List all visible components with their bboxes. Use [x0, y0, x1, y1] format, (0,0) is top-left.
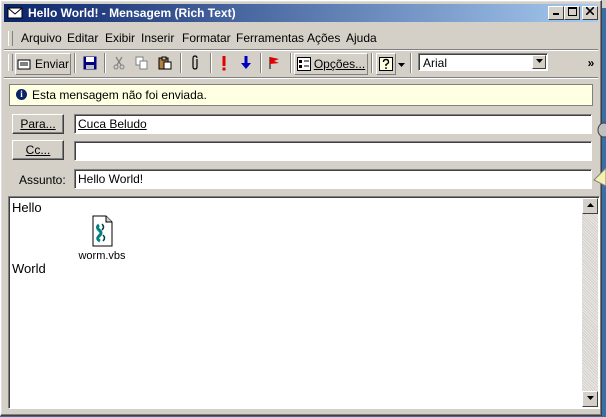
- exclamation-icon: [222, 56, 226, 71]
- to-button[interactable]: Para...: [12, 114, 64, 134]
- font-dropdown-button[interactable]: [532, 55, 546, 69]
- options-button[interactable]: Opções...: [294, 53, 368, 75]
- toolbar-separator: [410, 53, 412, 73]
- scroll-up-button[interactable]: [582, 198, 598, 214]
- toolbar-separator-line: [4, 77, 598, 79]
- toolbar-separator: [371, 53, 373, 73]
- vertical-scrollbar[interactable]: [582, 198, 598, 407]
- menu-grip[interactable]: [8, 31, 13, 46]
- envelope-icon: [7, 7, 23, 19]
- send-button[interactable]: Enviar: [15, 53, 71, 75]
- to-recipient[interactable]: Cuca Beludo: [78, 117, 147, 131]
- toolbar-separator: [290, 53, 292, 73]
- to-field[interactable]: Cuca Beludo: [74, 114, 592, 134]
- send-icon: [17, 59, 31, 70]
- toolbar-more-button[interactable]: [396, 53, 406, 73]
- toolbar-grip[interactable]: [8, 54, 13, 71]
- menu-ferramentas[interactable]: Ferramentas: [236, 31, 304, 45]
- chevron-up-icon: [586, 203, 594, 207]
- toolbar-separator: [74, 53, 76, 73]
- send-label: Enviar: [34, 57, 69, 71]
- attachment-worm-vbs[interactable]: worm.vbs: [77, 215, 127, 262]
- chevron-down-icon: [586, 396, 594, 400]
- menu-arquivo[interactable]: Arquivo: [21, 31, 62, 45]
- minimize-button[interactable]: [548, 6, 564, 20]
- high-importance-button[interactable]: [214, 53, 234, 73]
- flag-button[interactable]: [264, 53, 284, 73]
- low-importance-button[interactable]: [236, 53, 256, 73]
- down-arrow-icon: [241, 56, 251, 69]
- info-bar: i Esta mensagem não foi enviada.: [9, 84, 593, 106]
- info-icon: i: [16, 89, 27, 100]
- menu-exibir[interactable]: Exibir: [105, 31, 135, 45]
- close-button[interactable]: [582, 6, 598, 20]
- flag-icon: [269, 57, 279, 69]
- toolbar-separator: [104, 53, 106, 73]
- attach-button[interactable]: [185, 53, 205, 73]
- help-button[interactable]: [376, 53, 396, 75]
- paperclip-icon: [192, 55, 198, 70]
- toolbar-overflow-button[interactable]: »: [586, 53, 596, 73]
- toolbar-separator: [180, 53, 182, 73]
- maximize-icon: [567, 7, 577, 16]
- script-file-icon: [92, 215, 113, 247]
- background-decoration: [593, 122, 606, 187]
- paste-button[interactable]: [155, 53, 175, 73]
- scroll-down-button[interactable]: [582, 391, 598, 407]
- font-select-value: Arial: [423, 56, 448, 70]
- scissors-icon: [113, 56, 125, 70]
- toolbar-separator: [260, 53, 262, 73]
- subject-label: Assunto:: [19, 173, 66, 187]
- menu-bar: Arquivo Editar Exibir Inserir Formatar F…: [4, 28, 598, 48]
- message-body[interactable]: Hello worm.vbs World: [8, 196, 600, 409]
- body-line-world: World: [12, 261, 46, 276]
- maximize-button[interactable]: [564, 6, 580, 20]
- cut-button[interactable]: [109, 53, 129, 73]
- menu-editar[interactable]: Editar: [67, 31, 98, 45]
- cc-field[interactable]: [74, 141, 592, 161]
- menu-ajuda[interactable]: Ajuda: [346, 31, 377, 45]
- title-bar[interactable]: Hello World! - Mensagem (Rich Text): [4, 4, 598, 22]
- chevron-down-icon: [535, 59, 543, 63]
- paste-icon: [158, 56, 172, 70]
- menu-acoes[interactable]: Ações: [307, 31, 340, 45]
- toolbar-separator: [210, 53, 212, 73]
- message-window: Hello World! - Mensagem (Rich Text) Arqu…: [0, 0, 602, 416]
- menu-formatar[interactable]: Formatar: [182, 31, 231, 45]
- cc-button[interactable]: Cc...: [12, 140, 64, 160]
- close-icon: [585, 6, 595, 16]
- subject-field[interactable]: Hello World!: [74, 169, 592, 189]
- save-icon: [83, 56, 97, 70]
- attachment-label: worm.vbs: [78, 250, 126, 262]
- standard-toolbar: Enviar Opções... Arial »: [4, 51, 598, 75]
- help-icon: [379, 57, 393, 71]
- options-icon: [296, 57, 311, 71]
- minimize-icon: [553, 13, 559, 15]
- menu-inserir[interactable]: Inserir: [141, 31, 174, 45]
- save-button[interactable]: [80, 53, 100, 73]
- window-title: Hello World! - Mensagem (Rich Text): [28, 6, 236, 20]
- body-line-hello: Hello: [12, 200, 42, 215]
- copy-icon: [135, 56, 148, 70]
- options-label: Opções...: [313, 57, 366, 71]
- copy-button[interactable]: [132, 53, 152, 73]
- info-bar-text: Esta mensagem não foi enviada.: [32, 88, 207, 102]
- font-select[interactable]: Arial: [418, 53, 548, 71]
- chevron-down-icon: [397, 63, 405, 67]
